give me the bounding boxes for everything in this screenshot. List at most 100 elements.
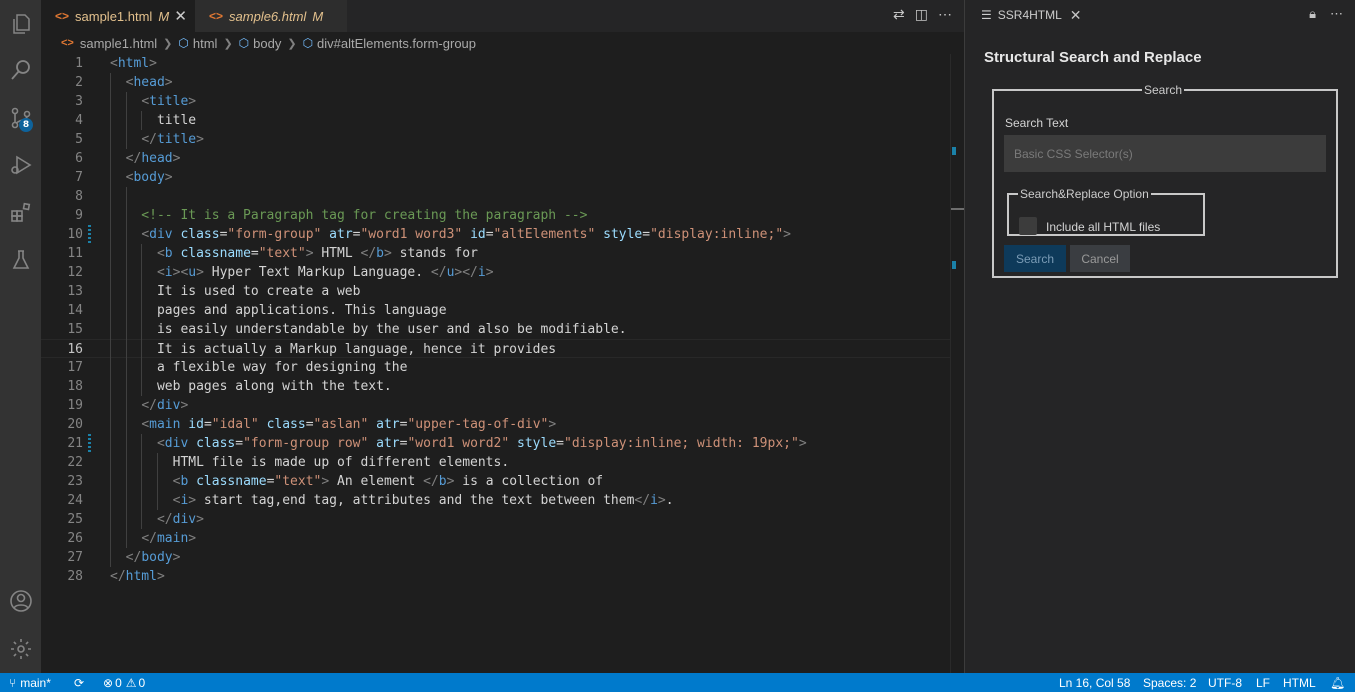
testing-icon[interactable] <box>0 236 41 284</box>
open-changes-icon[interactable]: ⇄ <box>893 6 905 23</box>
line-text: <div class="form-group" atr="word1 word3… <box>141 227 791 242</box>
code-editor[interactable]: 1 <html> 2 <head> 3 <title> 4 title 5 </title… <box>41 54 950 673</box>
code-line[interactable]: 2 <head> <box>41 73 950 92</box>
panel-tab-title[interactable]: SSR4HTML <box>998 8 1062 22</box>
code-line[interactable]: 1 <html> <box>41 54 950 73</box>
code-line[interactable]: 15 is easily understandable by the user … <box>41 320 950 339</box>
branch-status[interactable]: ⑂ main* <box>9 673 51 692</box>
editor-scrollbar[interactable] <box>950 54 965 673</box>
gutter-change-marker[interactable] <box>88 434 91 453</box>
line-text: </html> <box>110 569 165 584</box>
line-number: 19 <box>67 398 83 413</box>
line-number: 2 <box>75 75 83 90</box>
code-line[interactable]: 24 <i> start tag,end tag, attributes and… <box>41 491 950 510</box>
close-icon[interactable]: ✕ <box>1070 7 1082 24</box>
code-line[interactable]: 19 </div> <box>41 396 950 415</box>
lock-icon[interactable]: 🔒︎ <box>1309 6 1316 22</box>
search-legend: Search <box>1144 83 1183 97</box>
line-text: <main id="idal" class="aslan" atr="upper… <box>141 417 557 432</box>
code-line[interactable]: 22 HTML file is made up of different ele… <box>41 453 950 472</box>
line-text: <b classname="text"> An element </b> is … <box>172 474 604 489</box>
line-number: 13 <box>67 284 83 299</box>
option-fieldset: Search&Replace Option Include all HTML f… <box>1007 187 1205 236</box>
line-number: 14 <box>67 303 83 318</box>
code-line[interactable]: 9 <!-- It is a Paragraph tag for creatin… <box>41 206 950 225</box>
breadcrumb-html[interactable]: ⬡ html <box>178 36 217 51</box>
search-text-label: Search Text <box>1005 116 1069 130</box>
code-line[interactable]: 7 <body> <box>41 168 950 187</box>
code-line[interactable]: 13 It is used to create a web <box>41 282 950 301</box>
gutter-change-marker[interactable] <box>88 225 91 244</box>
explorer-icon[interactable] <box>0 0 41 48</box>
indentation[interactable]: Spaces: 2 <box>1143 673 1196 692</box>
breadcrumb-body[interactable]: ⬡ body <box>239 36 282 51</box>
account-icon[interactable] <box>0 577 41 625</box>
code-line[interactable]: 21 <div class="form-group row" atr="word… <box>41 434 950 453</box>
modified-indicator: M <box>312 8 324 24</box>
code-line[interactable]: 4 title <box>41 111 950 130</box>
code-line[interactable]: 11 <b classname="text"> HTML </b> stands… <box>41 244 950 263</box>
code-line[interactable]: 18 web pages along with the text. <box>41 377 950 396</box>
tab-sample6[interactable]: <> sample6.html M <box>195 0 347 32</box>
sync-icon[interactable]: ⟳ <box>74 673 84 692</box>
symbol-element-icon: ⬡ <box>178 36 189 50</box>
code-line[interactable]: 10 <div class="form-group" atr="word1 wo… <box>41 225 950 244</box>
option-legend: Search&Replace Option <box>1020 187 1149 201</box>
code-line[interactable]: 3 <title> <box>41 92 950 111</box>
symbol-element-icon: ⬡ <box>302 36 314 50</box>
end-of-line[interactable]: LF <box>1256 673 1270 692</box>
include-all-checkbox[interactable] <box>1019 217 1037 235</box>
indent-guide <box>141 244 143 396</box>
code-line[interactable]: 6 </head> <box>41 149 950 168</box>
code-line[interactable]: 8 <box>41 187 950 206</box>
code-line[interactable]: 27 </body> <box>41 548 950 567</box>
indent-guide <box>141 111 143 130</box>
search-icon[interactable] <box>0 46 41 94</box>
notifications-icon[interactable]: 🔔︎ <box>1330 673 1345 692</box>
search-input[interactable] <box>1004 135 1326 172</box>
code-line[interactable]: 16 It is actually a Markup language, hen… <box>41 339 950 358</box>
code-line[interactable]: 26 </main> <box>41 529 950 548</box>
breadcrumb: <> sample1.html ❯ ⬡ html ❯ ⬡ body ❯ ⬡ div#al… <box>41 32 964 54</box>
line-number: 7 <box>75 170 83 185</box>
code-line[interactable]: 17 a flexible way for designing the <box>41 358 950 377</box>
code-line[interactable]: 5 </title> <box>41 130 950 149</box>
git-branch-icon: ⑂ <box>9 675 17 690</box>
list-icon: ☰ <box>981 8 992 22</box>
encoding[interactable]: UTF-8 <box>1208 673 1242 692</box>
line-text: </title> <box>141 132 204 147</box>
chevron-right-icon: ❯ <box>223 37 233 50</box>
scrollbar-thumb[interactable] <box>951 208 965 210</box>
code-line[interactable]: 14 pages and applications. This language <box>41 301 950 320</box>
tab-sample1[interactable]: <> sample1.html M ✕ <box>41 0 195 32</box>
code-line[interactable]: 28 </html> <box>41 567 950 586</box>
language-mode[interactable]: HTML <box>1283 673 1316 692</box>
line-number: 24 <box>67 493 83 508</box>
line-text: </main> <box>141 531 197 546</box>
problems-status[interactable]: ⊗ 0 ⚠ 0 <box>103 673 145 692</box>
code-line[interactable]: 25 </div> <box>41 510 950 529</box>
code-line[interactable]: 23 <b classname="text"> An element </b> … <box>41 472 950 491</box>
split-editor-icon[interactable]: ◫ <box>915 6 928 23</box>
more-actions-icon[interactable]: ⋯ <box>938 6 952 23</box>
line-text: <!-- It is a Paragraph tag for creating … <box>110 208 588 223</box>
search-button[interactable]: Search <box>1004 245 1066 272</box>
extensions-icon[interactable] <box>0 189 41 237</box>
breadcrumb-div[interactable]: ⬡ div#altElements.form-group <box>303 36 476 51</box>
line-text: It is actually a Markup language, hence … <box>110 342 557 357</box>
cursor-position[interactable]: Ln 16, Col 58 <box>1059 673 1130 692</box>
html-file-icon: <> <box>61 37 74 49</box>
breadcrumb-file[interactable]: <> sample1.html <box>61 36 157 51</box>
code-line[interactable]: 12 <i><u> Hyper Text Markup Language. </… <box>41 263 950 282</box>
cancel-button[interactable]: Cancel <box>1070 245 1130 272</box>
line-number: 6 <box>75 151 83 166</box>
breadcrumb-label: body <box>253 35 282 51</box>
source-control-icon[interactable] <box>0 94 41 142</box>
manage-gear-icon[interactable] <box>0 625 41 673</box>
code-line[interactable]: 20 <main id="idal" class="aslan" atr="up… <box>41 415 950 434</box>
run-debug-icon[interactable] <box>0 141 41 189</box>
html-file-icon: <> <box>209 9 224 23</box>
more-actions-icon[interactable]: ⋯ <box>1330 6 1343 22</box>
line-number: 23 <box>67 474 83 489</box>
close-icon[interactable]: ✕ <box>174 7 187 25</box>
